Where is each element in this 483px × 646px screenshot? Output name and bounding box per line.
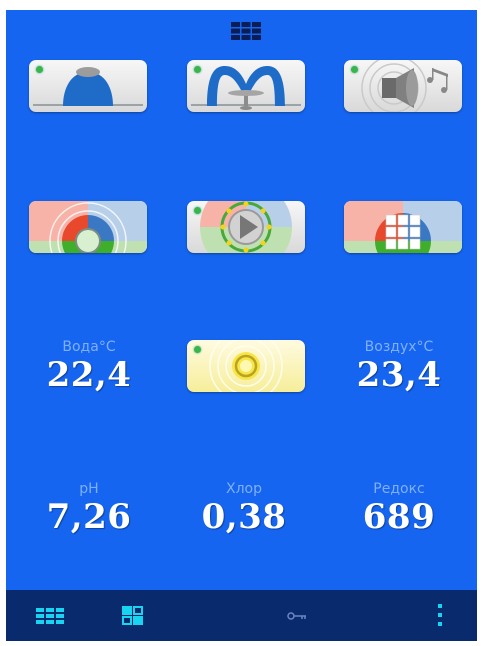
redox-value: 689 [362,497,436,537]
bottom-navigation-bar [6,590,477,641]
app-screen: Вода°С 22,4 Воздух°С 23,4 pH 7,26 Хлор 0… [6,10,477,641]
lamp-button[interactable] [29,60,147,112]
chlorine-readout: Хлор 0,38 [179,480,309,536]
ph-label: pH [79,481,99,497]
tiles-view-icon[interactable] [116,590,150,641]
music-speaker-icon [361,60,448,112]
ph-value: 7,26 [46,497,132,537]
sun-light-button[interactable] [187,340,305,392]
chlorine-value: 0,38 [201,497,287,537]
ph-readout: pH 7,26 [24,480,154,536]
grid-menu-icon[interactable] [231,22,261,40]
speaker-button[interactable] [344,60,462,112]
water-temperature-readout: Вода°С 22,4 [24,338,154,394]
color-mode-button[interactable] [29,201,147,253]
grid-view-icon[interactable] [33,590,67,641]
redox-readout: Редокс 689 [334,480,464,536]
color-grid-button[interactable] [344,201,462,253]
key-icon[interactable] [282,590,312,641]
play-icon [200,201,292,253]
color-wheel-icon [29,201,147,253]
air-temperature-label: Воздух°С [364,339,434,355]
fountain-icon [191,66,301,110]
sun-icon [209,340,283,392]
color-grid-icon [344,201,462,253]
air-temperature-value: 23,4 [356,355,442,395]
water-temperature-label: Вода°С [62,339,116,355]
play-program-button[interactable] [187,201,305,253]
more-vertical-icon[interactable] [430,590,450,641]
chlorine-label: Хлор [226,481,262,497]
water-temperature-value: 22,4 [46,355,132,395]
fountain-button[interactable] [187,60,305,112]
air-temperature-readout: Воздух°С 23,4 [334,338,464,394]
redox-label: Редокс [373,481,425,497]
pool-light-icon [33,67,143,106]
